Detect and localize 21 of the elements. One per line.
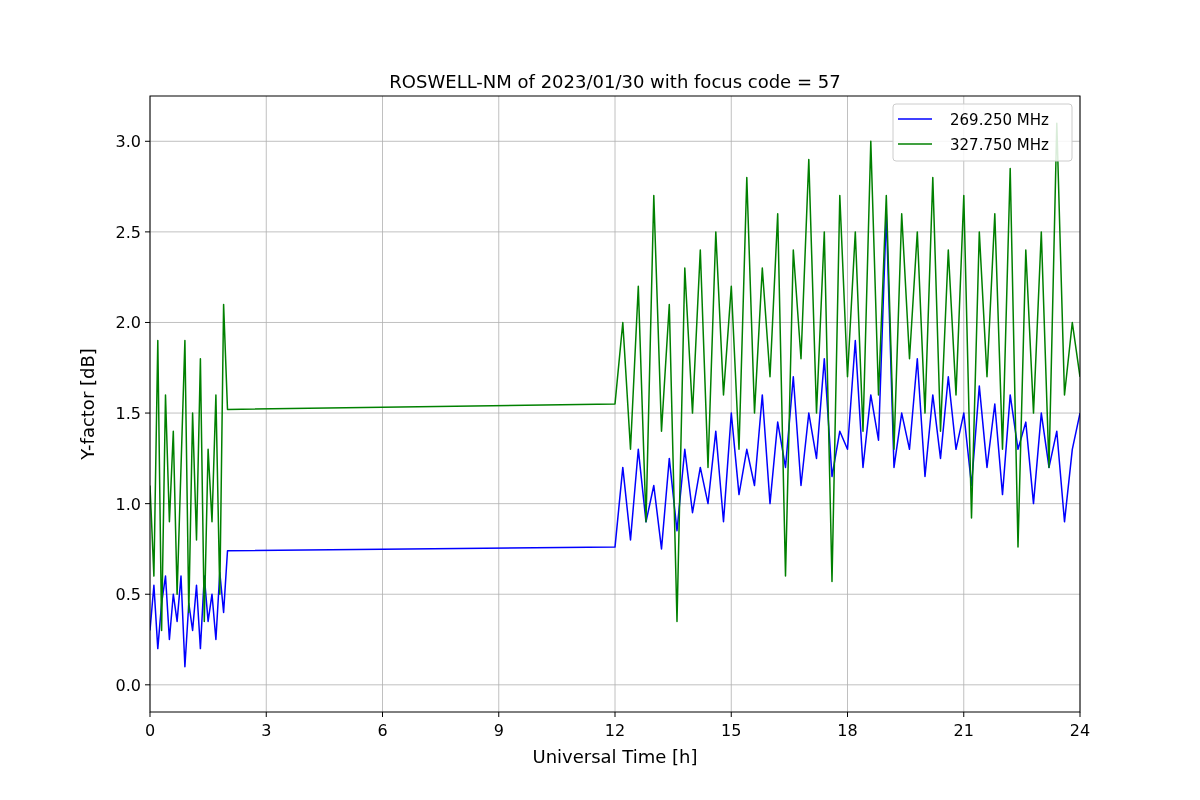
x-axis-label: Universal Time [h] [532, 746, 698, 767]
y-tick-label: 0.5 [115, 585, 141, 605]
legend-label: 327.750 MHz [950, 136, 1049, 154]
y-tick-label: 2.5 [115, 222, 141, 242]
x-tick-label: 15 [721, 721, 742, 740]
x-tick-label: 24 [1069, 721, 1091, 740]
x-tick-label: 9 [493, 721, 504, 740]
x-tick-label: 6 [377, 721, 388, 740]
y-axis-label: Y-factor [dB] [77, 348, 98, 460]
x-tick-label: 21 [953, 721, 974, 740]
y-tick-label: 2.0 [115, 313, 141, 333]
x-tick-label: 0 [144, 721, 156, 740]
y-tick-label: 1.5 [115, 404, 141, 424]
chart-title: ROSWELL-NM of 2023/01/30 with focus code = 57 [389, 71, 841, 92]
y-tick-label: 1.0 [115, 494, 141, 514]
x-tick-label: 18 [837, 721, 858, 740]
x-tick-label: 3 [261, 721, 272, 740]
y-tick-label: 0.0 [115, 675, 141, 695]
y-tick-label: 3.0 [115, 132, 141, 152]
x-tick-label: 12 [604, 721, 626, 740]
legend-label: 269.250 MHz [950, 111, 1049, 129]
